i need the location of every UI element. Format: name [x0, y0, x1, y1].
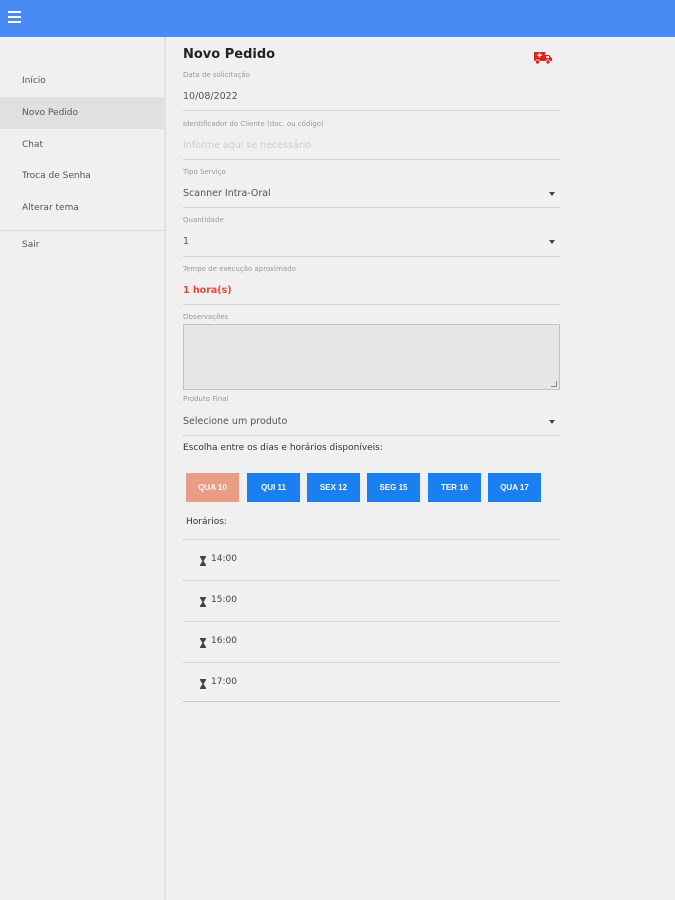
sidebar-item-sair[interactable]: Sair [0, 229, 165, 261]
quantity-underline [183, 256, 560, 257]
execution-time-underline [183, 304, 560, 305]
client-id-label: Identificador do Cliente (doc. ou código… [183, 120, 324, 128]
sidebar-item-inicio[interactable]: Início [0, 65, 165, 97]
service-type-value: Scanner Intra-Oral [183, 188, 271, 199]
hourglass-icon [200, 638, 206, 648]
sidebar-item-alterar-tema[interactable]: Alterar tema [0, 192, 165, 224]
client-id-underline [183, 159, 560, 160]
schedule-title: Escolha entre os dias e horários disponí… [183, 443, 383, 453]
service-type-underline [183, 207, 560, 208]
hamburger-menu-icon[interactable] [8, 11, 21, 24]
time-slot-label: 14:00 [211, 554, 237, 564]
final-product-underline [183, 435, 560, 436]
time-slot-row[interactable]: 14:00 [183, 539, 560, 579]
quantity-select[interactable] [183, 231, 560, 253]
day-button-qua-17[interactable]: QUA 17 [488, 473, 541, 502]
caret-down-icon [549, 420, 555, 424]
execution-time-label: Tempo de execução aproximado [183, 265, 296, 273]
day-button-qua-10[interactable]: QUA 10 [186, 473, 239, 502]
caret-down-icon [549, 192, 555, 196]
day-button-sex-12[interactable]: SEX 12 [307, 473, 360, 502]
day-button-qui-11[interactable]: QUI 11 [247, 473, 300, 502]
caret-down-icon [549, 240, 555, 244]
day-button-seg-15[interactable]: SEG 15 [367, 473, 420, 502]
sidebar-item-chat[interactable]: Chat [0, 129, 165, 161]
time-slot-label: 17:00 [211, 677, 237, 687]
date-label: Data de solicitação [183, 71, 250, 79]
time-slot-row[interactable]: 17:00 [183, 662, 560, 702]
time-slot-row[interactable]: 15:00 [183, 580, 560, 620]
quantity-label: Quantidade [183, 216, 224, 224]
top-app-bar [0, 0, 675, 37]
sidebar: Início Novo Pedido Chat Troca de Senha A… [0, 37, 166, 900]
client-id-input[interactable]: Informe aqui se necessário [183, 140, 311, 151]
quantity-value: 1 [183, 236, 190, 247]
hourglass-icon [200, 597, 206, 607]
delivery-truck-icon[interactable] [534, 51, 552, 65]
page-title: Novo Pedido [183, 47, 276, 62]
time-slot-label: 15:00 [211, 595, 237, 605]
resize-handle[interactable] [551, 381, 557, 387]
service-type-label: Tipo Serviço [183, 168, 226, 176]
final-product-value: Selecione um produto [183, 416, 288, 427]
sidebar-item-troca-de-senha[interactable]: Troca de Senha [0, 160, 165, 192]
final-product-label: Produto Final [183, 395, 229, 403]
hourglass-icon [200, 679, 206, 689]
date-underline [183, 110, 560, 111]
day-button-ter-16[interactable]: TER 16 [428, 473, 481, 502]
time-slot-label: 16:00 [211, 636, 237, 646]
sidebar-item-novo-pedido[interactable]: Novo Pedido [0, 97, 165, 129]
time-slot-row[interactable]: 16:00 [183, 621, 560, 661]
notes-textarea[interactable] [183, 324, 560, 390]
execution-time-value: 1 hora(s) [183, 285, 232, 296]
notes-label: Observações [183, 313, 229, 321]
hourglass-icon [200, 556, 206, 566]
hours-label: Horários: [186, 517, 227, 527]
date-field[interactable]: 10/08/2022 [183, 91, 238, 102]
